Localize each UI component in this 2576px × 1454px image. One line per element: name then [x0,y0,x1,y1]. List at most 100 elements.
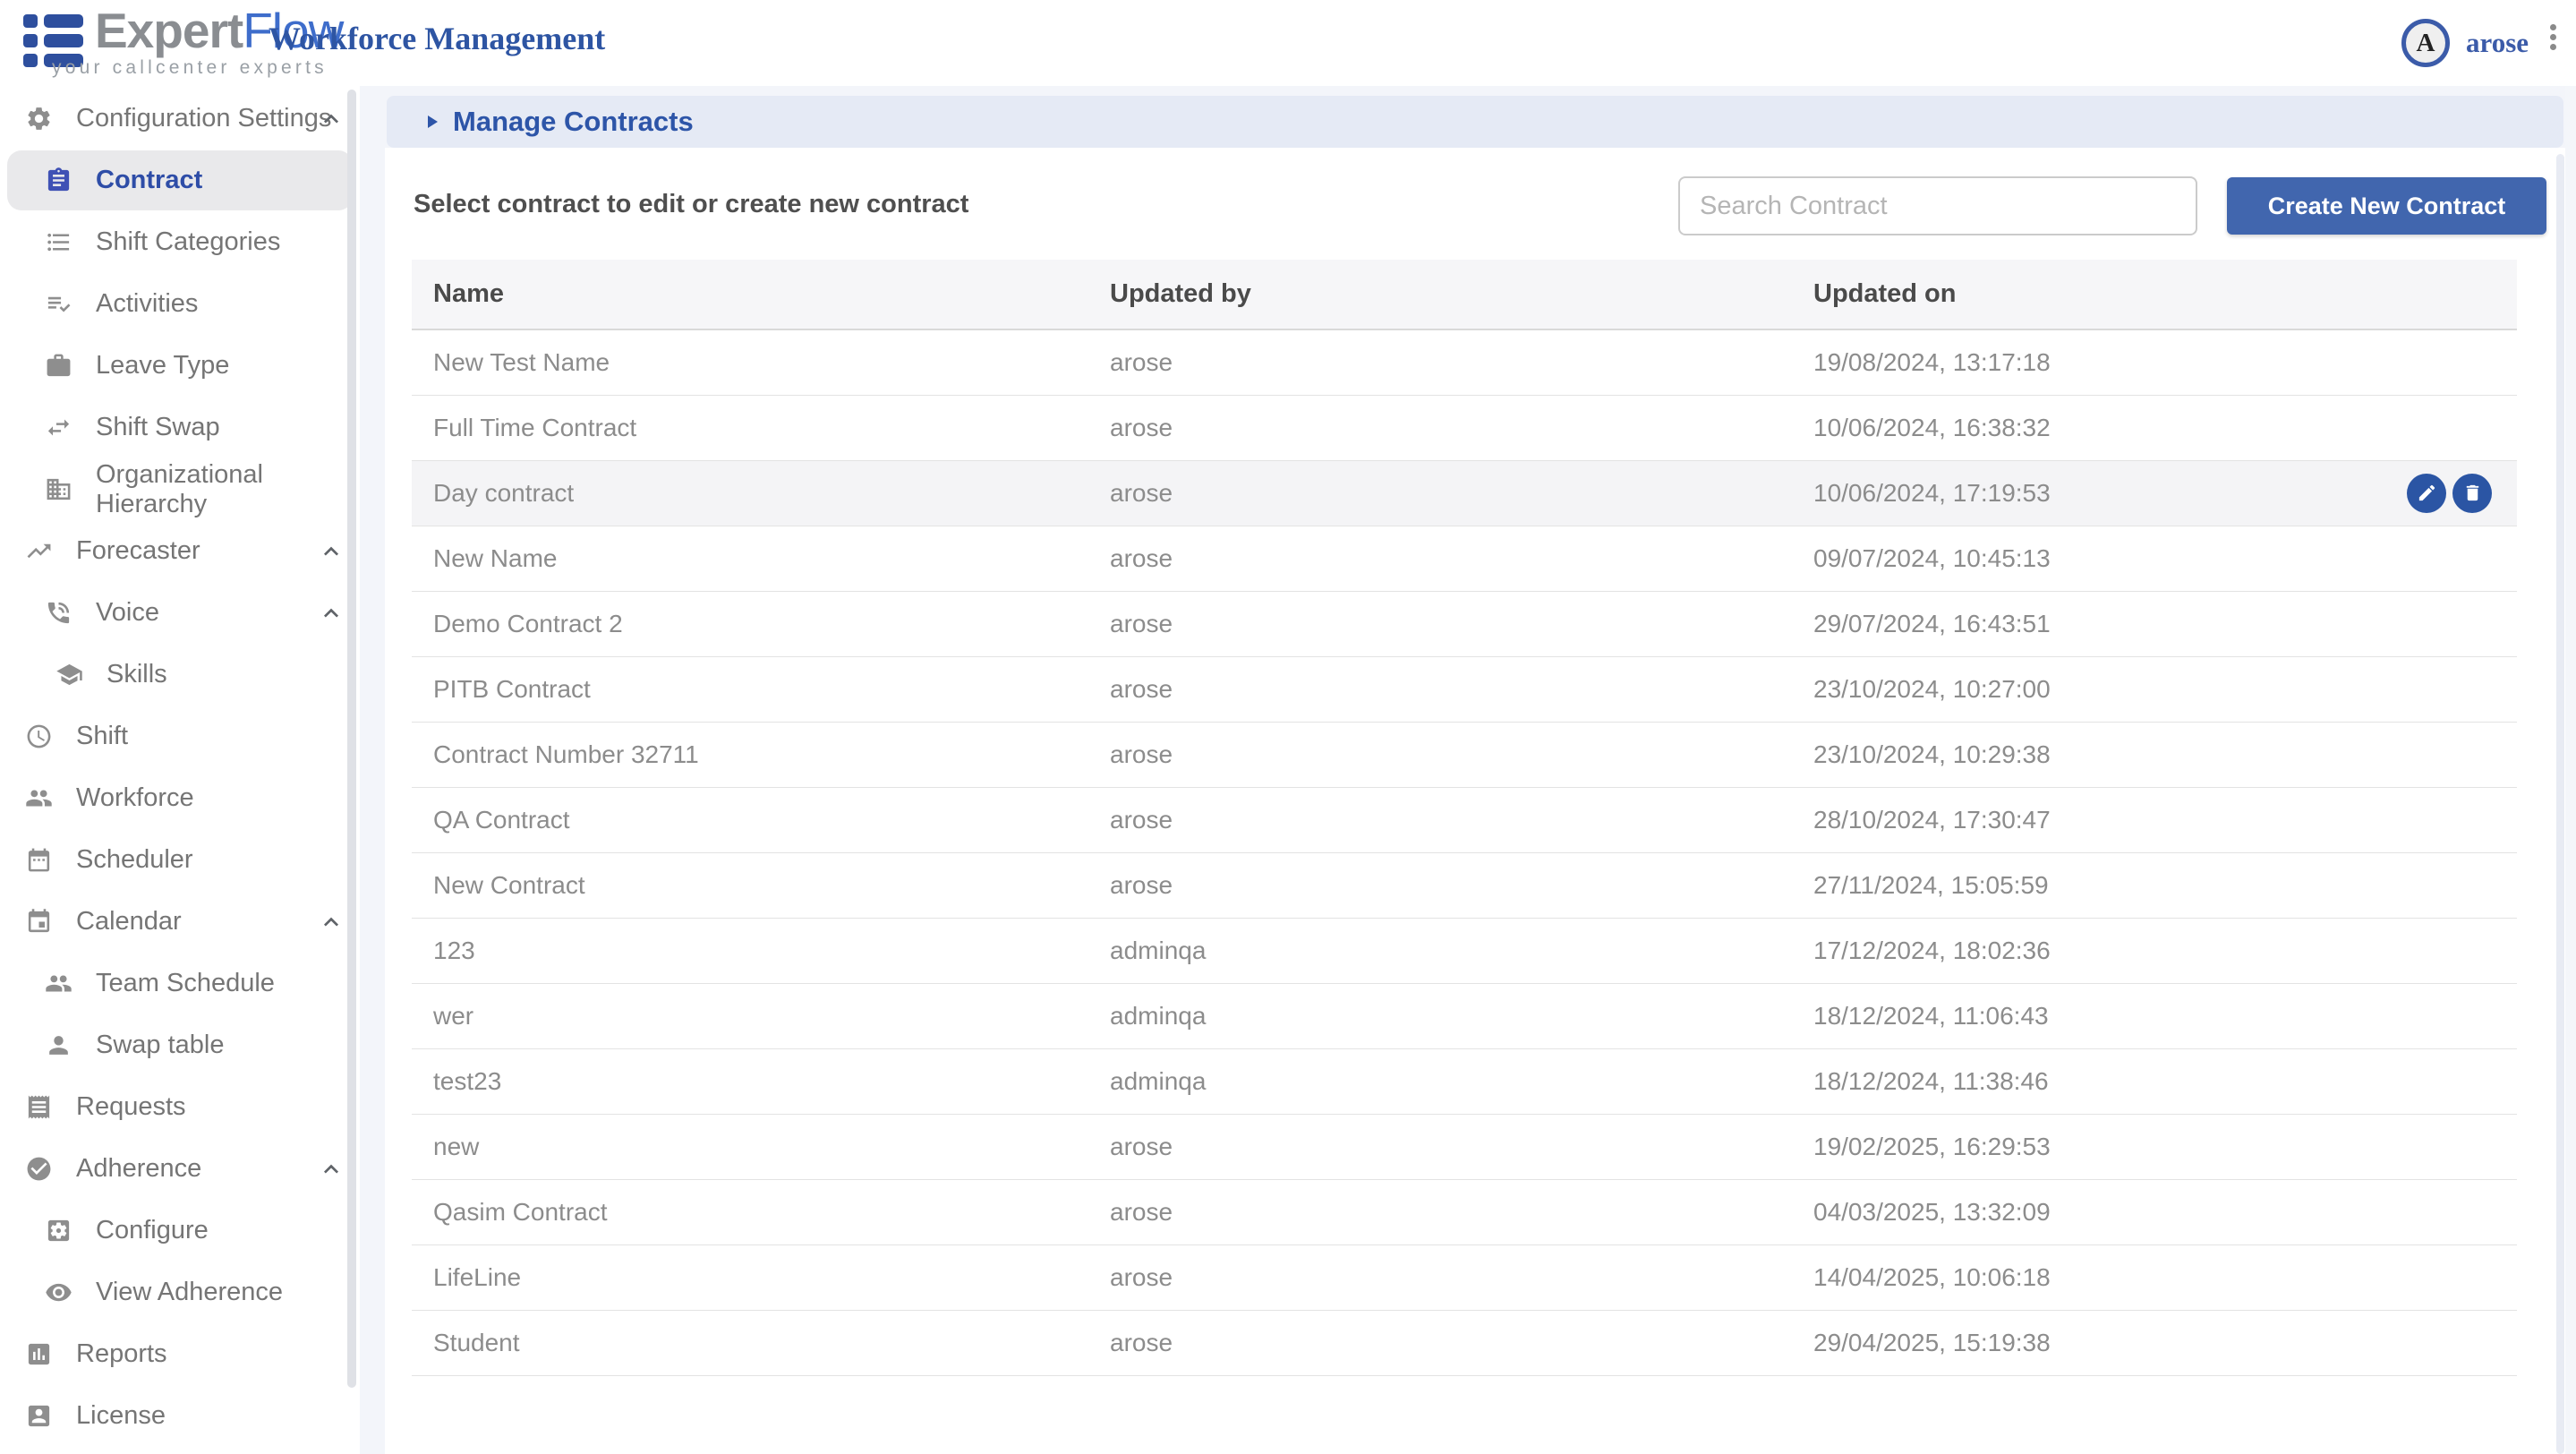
sidebar-item-shift[interactable]: Shift [0,706,360,767]
table-row[interactable]: Day contract arose 10/06/2024, 17:19:53 [412,460,2517,526]
sidebar-item-organizational-hierarchy[interactable]: Organizational Hierarchy [0,458,360,520]
table-row[interactable]: Contract Number 32711 arose 23/10/2024, … [412,722,2517,787]
sidebar-item-view-adherence[interactable]: View Adherence [0,1262,360,1323]
list-icon [45,228,73,256]
chevron-up-icon [317,1155,345,1184]
create-new-contract-button[interactable]: Create New Contract [2227,177,2546,235]
sidebar-item-activities[interactable]: Activities [0,273,360,335]
domain-icon [45,475,73,503]
contract-table: Name Updated by Updated on New Test Name… [412,260,2517,1376]
sidebar-item-configuration-settings[interactable]: Configuration Settings [0,88,360,150]
table-row[interactable]: LifeLine arose 14/04/2025, 10:06:18 [412,1244,2517,1310]
row-actions [2407,474,2492,513]
updated-by-cell: arose [1110,1114,1813,1179]
sidebar-item-label: Forecaster [76,536,200,566]
page-scrollbar[interactable] [2556,154,2564,1454]
updated-by-cell: arose [1110,722,1813,787]
sidebar-item-label: Activities [96,289,198,319]
receipt-icon [25,1093,53,1121]
table-row[interactable]: test23 adminqa 18/12/2024, 11:38:46 [412,1048,2517,1114]
sidebar-item-skills[interactable]: Skills [0,644,360,706]
sidebar-item-label: Workforce [76,783,194,813]
edit-button[interactable] [2407,474,2446,513]
delete-button[interactable] [2452,474,2492,513]
sidebar-item-reports[interactable]: Reports [0,1323,360,1385]
contract-name-cell: New Test Name [412,329,1110,395]
avatar[interactable]: A [2401,19,2450,67]
search-contract-input[interactable] [1678,176,2197,235]
manage-contracts-bar[interactable]: Manage Contracts [387,96,2563,148]
table-row[interactable]: Full Time Contract arose 10/06/2024, 16:… [412,395,2517,460]
contract-name-cell: PITB Contract [412,656,1110,722]
contract-name-cell: test23 [412,1048,1110,1114]
sidebar-item-shift-swap[interactable]: Shift Swap [0,397,360,458]
table-row[interactable]: Qasim Contract arose 04/03/2025, 13:32:0… [412,1179,2517,1244]
updated-by-cell: arose [1110,1310,1813,1375]
sidebar-item-label: Scheduler [76,845,193,875]
updated-by-cell: adminqa [1110,1048,1813,1114]
contract-name-cell: Demo Contract 2 [412,591,1110,656]
contract-table-body: New Test Name arose 19/08/2024, 13:17:18… [412,329,2517,1375]
table-row[interactable]: New Name arose 09/07/2024, 10:45:13 [412,526,2517,591]
page-subtitle: Select contract to edit or create new co… [414,190,968,219]
chevron-up-icon [317,105,345,133]
sidebar-item-label: Voice [96,598,159,628]
check-circle-icon [25,1155,53,1183]
updated-by-cell: arose [1110,656,1813,722]
updated-by-cell: arose [1110,787,1813,852]
sidebar-item-leave-type[interactable]: Leave Type [0,335,360,397]
table-row[interactable]: PITB Contract arose 23/10/2024, 10:27:00 [412,656,2517,722]
updated-on-cell: 18/12/2024, 11:38:46 [1813,1067,2049,1095]
updated-by-cell: adminqa [1110,918,1813,983]
group-icon [45,970,73,997]
calendar-event-icon [25,908,53,936]
updated-by-cell: arose [1110,460,1813,526]
sidebar-item-adherence[interactable]: Adherence [0,1138,360,1200]
sidebar-item-label: License [76,1401,166,1431]
sidebar-item-license[interactable]: License [0,1385,360,1447]
updated-on-cell: 19/02/2025, 16:29:53 [1813,1133,2051,1160]
username: arose [2466,27,2529,59]
contract-name-cell: New Name [412,526,1110,591]
table-row[interactable]: Student arose 29/04/2025, 15:19:38 [412,1310,2517,1375]
updated-on-cell: 23/10/2024, 10:27:00 [1813,675,2051,703]
clock-icon [25,723,53,750]
sidebar-item-forecaster[interactable]: Forecaster [0,520,360,582]
kebab-menu-icon[interactable] [2544,24,2562,54]
sidebar-item-voice[interactable]: Voice [0,582,360,644]
sidebar-item-scheduler[interactable]: Scheduler [0,829,360,891]
sidebar-item-calendar[interactable]: Calendar [0,891,360,953]
sidebar-scrollbar[interactable] [347,90,356,1388]
updated-on-cell: 10/06/2024, 16:38:32 [1813,414,2051,441]
table-row[interactable]: QA Contract arose 28/10/2024, 17:30:47 [412,787,2517,852]
contract-name-cell: wer [412,983,1110,1048]
updated-by-cell: arose [1110,1179,1813,1244]
column-header-updated-by: Updated by [1110,260,1813,329]
contract-name-cell: New Contract [412,852,1110,918]
sidebar-item-team-schedule[interactable]: Team Schedule [0,953,360,1014]
sidebar-item-requests[interactable]: Requests [0,1076,360,1138]
school-icon [55,661,83,689]
assignment-icon [45,167,73,194]
contract-name-cell: Qasim Contract [412,1179,1110,1244]
chevron-up-icon [317,537,345,566]
eye-icon [45,1279,73,1306]
updated-on-cell: 23/10/2024, 10:29:38 [1813,740,2051,768]
table-row[interactable]: new arose 19/02/2025, 16:29:53 [412,1114,2517,1179]
table-row[interactable]: wer adminqa 18/12/2024, 11:06:43 [412,983,2517,1048]
table-row[interactable]: 123 adminqa 17/12/2024, 18:02:36 [412,918,2517,983]
person-icon [45,1031,73,1059]
sidebar-item-shift-categories[interactable]: Shift Categories [0,211,360,273]
delete-icon [2462,483,2483,503]
sidebar-item-configure[interactable]: Configure [0,1200,360,1262]
sidebar-item-swap-table[interactable]: Swap table [0,1014,360,1076]
contract-name-cell: 123 [412,918,1110,983]
group-icon [25,784,53,812]
sidebar-item-contract[interactable]: Contract [0,150,360,211]
updated-by-cell: arose [1110,1244,1813,1310]
sidebar-item-workforce[interactable]: Workforce [0,767,360,829]
updated-by-cell: arose [1110,526,1813,591]
table-row[interactable]: Demo Contract 2 arose 29/07/2024, 16:43:… [412,591,2517,656]
table-row[interactable]: New Contract arose 27/11/2024, 15:05:59 [412,852,2517,918]
table-row[interactable]: New Test Name arose 19/08/2024, 13:17:18 [412,329,2517,395]
